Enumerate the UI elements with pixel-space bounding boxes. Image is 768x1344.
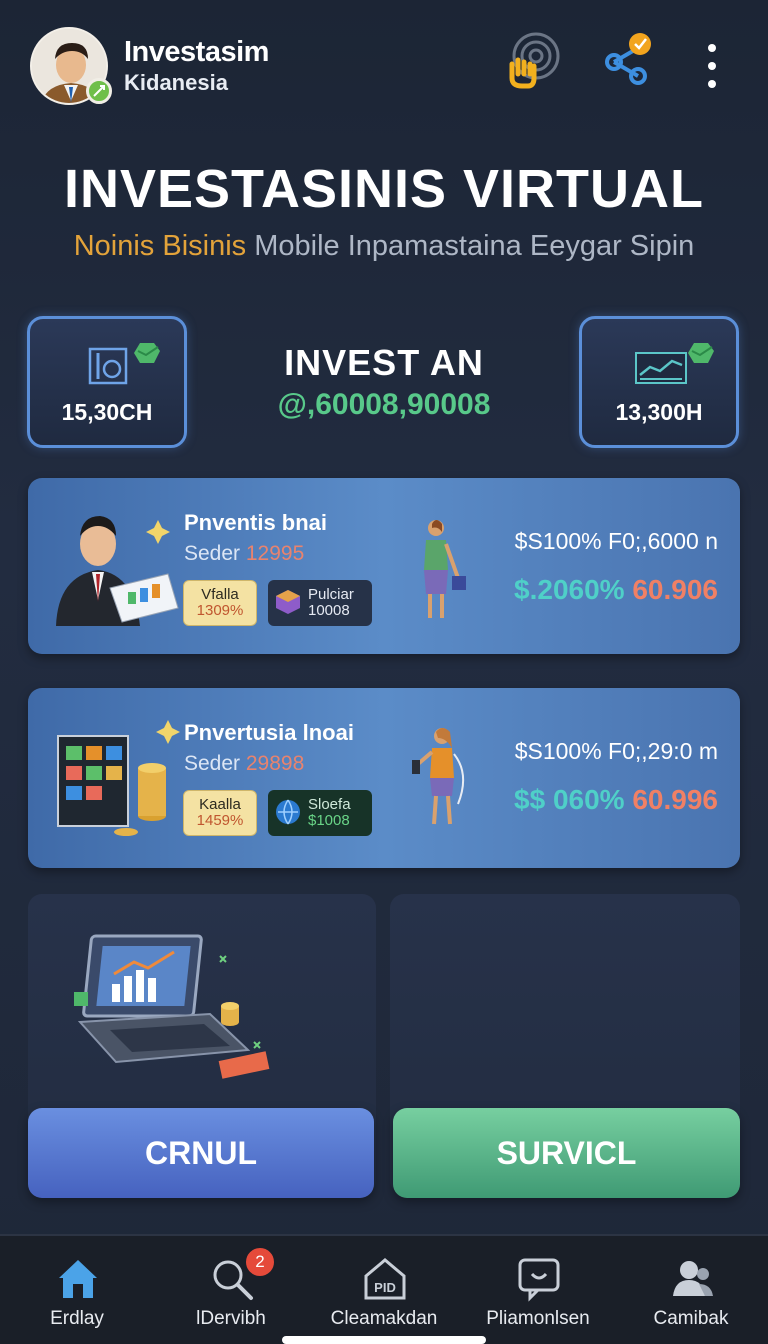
card-stat-red: 60.906 (624, 574, 718, 605)
chat-icon (516, 1256, 562, 1302)
brand-subtitle: Kidanesia (124, 70, 228, 95)
cube-icon (274, 588, 302, 616)
invest-label: INVEST AN (284, 342, 484, 383)
nav-label: Erdlay (50, 1308, 104, 1329)
nav-item-users[interactable]: Camibak (614, 1236, 768, 1344)
bottom-nav: Erdlay 2 lDervibh PID Cleamakdan Pliamon… (0, 1234, 768, 1344)
hero-subtitle-accent: Noinis Bisinis (73, 230, 247, 262)
investment-card[interactable]: Pnvertusia lnoai Seder 29898 Kaalla 1459… (28, 688, 740, 868)
touch-icon[interactable] (502, 30, 562, 90)
home-indicator[interactable] (282, 1336, 486, 1344)
chip-label: Kaalla (199, 795, 241, 813)
card-stat-change: $$ 060% 60.996 (514, 784, 718, 816)
hero-title: INVESTASINIS VIRTUAL (63, 159, 705, 219)
users-icon (669, 1256, 715, 1302)
home-icon (55, 1256, 101, 1302)
stat-card-right[interactable]: 13,300H (579, 316, 739, 448)
fitness-figure-icon (412, 724, 472, 834)
investment-card[interactable]: Pnventis bnai Seder 12995 Vfalla 1309% P… (28, 478, 740, 654)
chip-label: Pulciar (308, 585, 354, 603)
card-subtitle: Seder 12995 (184, 542, 304, 566)
nav-label: Pliamonlsen (486, 1308, 590, 1329)
card-stat-change: $.2060% 60.906 (514, 574, 718, 606)
chip-value: 1459% (196, 812, 244, 829)
card-subtitle: Seder 29898 (184, 752, 304, 776)
rate-chip[interactable]: Kaalla 1459% (183, 790, 257, 836)
shopper-figure-icon (412, 514, 472, 624)
card-sub-label: Seder (184, 542, 246, 565)
card-name: Pnvertusia lnoai (184, 720, 354, 745)
verified-badge-icon (86, 78, 112, 104)
hero-subtitle-rest: Mobile Inpamastaina Eeygar Sipin (246, 230, 695, 262)
house-pid-label: PID (374, 1280, 396, 1295)
calendar-stats-icon (80, 339, 170, 389)
chip-value: $1008 (308, 812, 350, 829)
hero-subtitle: Noinis Bisinis Mobile Inpamastaina Eeyga… (0, 230, 768, 263)
stat-left-value: 15,30CH (61, 399, 153, 425)
rate-chip[interactable]: Vfalla 1309% (183, 580, 257, 626)
card-stat-red: 60.996 (624, 784, 718, 815)
nav-item-search[interactable]: 2 lDervibh (154, 1236, 308, 1344)
card-stat-line: $S100% F0;,6000 n (514, 528, 718, 554)
more-menu-icon[interactable] (700, 44, 724, 88)
chart-screen-icon (632, 339, 722, 389)
card-stat-green: $.2060% (514, 574, 625, 605)
nav-label: Camibak (653, 1308, 729, 1329)
globe-icon (274, 798, 302, 826)
nav-item-house[interactable]: PID Cleamakdan (307, 1236, 461, 1344)
businessman-reading-icon (48, 496, 188, 626)
card-stat-green: $$ 060% (514, 784, 625, 815)
laptop-chart-icon (70, 914, 280, 1094)
chip-value: 10008 (308, 602, 350, 619)
brand-title: Investasim (124, 36, 269, 68)
stat-card-left[interactable]: 15,30CH (27, 316, 187, 448)
chip-value: 1309% (196, 602, 244, 619)
nav-label: lDervibh (196, 1308, 266, 1329)
nav-label: Cleamakdan (330, 1308, 438, 1329)
card-sub-number: 12995 (245, 542, 305, 565)
invest-value: @,60008,90008 (277, 388, 491, 421)
app-header: Investasim Kidanesia (0, 0, 768, 130)
stat-right-value: 13,300H (615, 399, 703, 425)
coins-and-store-icon (48, 706, 188, 836)
card-sub-label: Seder (184, 752, 246, 775)
card-name: Pnventis bnai (184, 510, 328, 535)
secondary-action-button[interactable]: SURVICL (393, 1108, 740, 1198)
nav-item-home[interactable]: Erdlay (0, 1236, 154, 1344)
share-icon[interactable] (600, 30, 660, 90)
product-chip[interactable]: Pulciar 10008 (268, 580, 372, 626)
card-stat-line: $S100% F0;,29:0 m (514, 738, 718, 764)
primary-action-button[interactable]: CRNUL (28, 1108, 374, 1198)
notification-badge: 2 (244, 1246, 276, 1278)
card-sub-number: 29898 (245, 752, 305, 775)
chip-label: Sloefa (308, 795, 351, 813)
chip-label: Vfalla (201, 585, 239, 603)
house-pid-icon: PID (362, 1256, 408, 1302)
nav-item-chat[interactable]: Pliamonlsen (461, 1236, 615, 1344)
product-chip[interactable]: Sloefa $1008 (268, 790, 372, 836)
